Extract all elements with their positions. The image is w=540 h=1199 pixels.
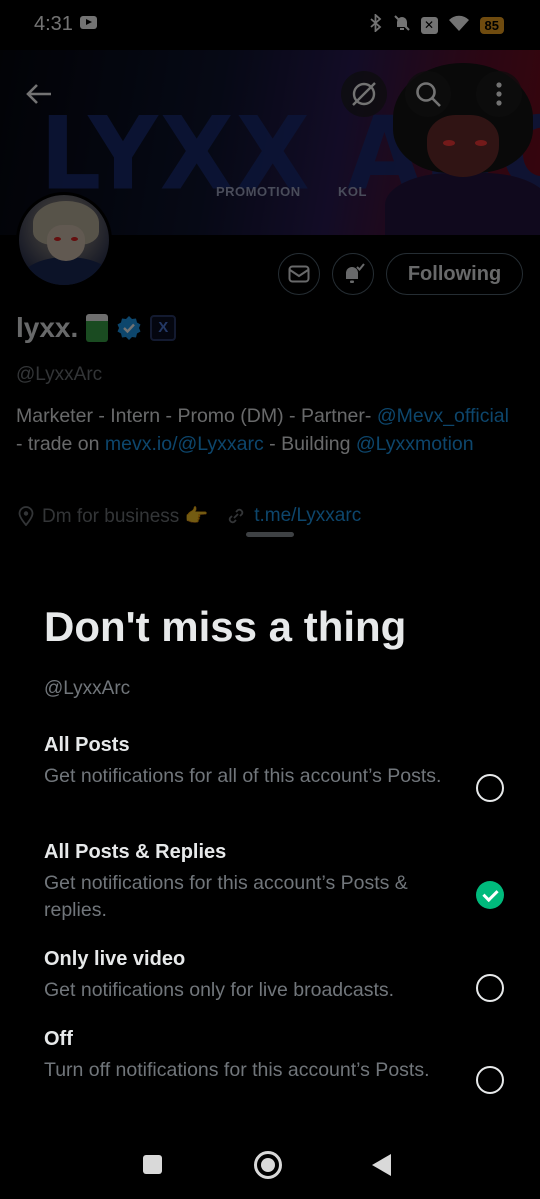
option-off[interactable]: Off Turn off notifications for this acco… bbox=[44, 1028, 504, 1094]
more-vertical-icon bbox=[496, 82, 502, 106]
display-name: lyxx. bbox=[16, 312, 79, 343]
banner-tag-promotion: PROMOTION bbox=[216, 184, 301, 199]
profile-bio: Marketer - Intern - Promo (DM) - Partner… bbox=[16, 402, 516, 458]
radio-button-checked[interactable] bbox=[476, 881, 504, 909]
location-pin-icon bbox=[18, 506, 34, 526]
grok-button[interactable] bbox=[341, 71, 387, 117]
option-title: Only live video bbox=[44, 948, 186, 970]
bio-text: - trade on bbox=[16, 433, 105, 455]
notification-settings-sheet: Don't miss a thing @LyxxArc All Posts Ge… bbox=[0, 532, 540, 1199]
x-app-icon: ✕ bbox=[420, 17, 438, 34]
youtube-icon bbox=[80, 16, 97, 29]
bio-link-mevx-official[interactable]: @Mevx_official bbox=[377, 405, 509, 427]
bio-link-mevx-io[interactable]: mevx.io/@Lyxxarc bbox=[105, 433, 264, 455]
link-icon bbox=[229, 508, 244, 524]
bio-link-lyxxmotion[interactable]: @Lyxxmotion bbox=[356, 433, 474, 455]
option-description: Get notifications only for live broadcas… bbox=[44, 979, 395, 1001]
sheet-title: Don't miss a thing bbox=[44, 603, 407, 650]
radio-button[interactable] bbox=[476, 774, 504, 802]
option-description: Get notifications for all of this accoun… bbox=[44, 765, 442, 787]
banner-tag-kol: KOL bbox=[338, 184, 367, 199]
search-icon bbox=[416, 82, 441, 107]
verified-badge-icon bbox=[117, 316, 141, 340]
bell-off-icon bbox=[393, 14, 411, 37]
more-button[interactable] bbox=[476, 71, 522, 117]
notifications-button[interactable] bbox=[332, 253, 374, 295]
avatar[interactable] bbox=[16, 192, 112, 288]
radio-button[interactable] bbox=[476, 1066, 504, 1094]
juice-box-emoji-icon bbox=[86, 314, 109, 342]
sheet-drag-handle[interactable] bbox=[246, 532, 294, 537]
back-button[interactable] bbox=[16, 71, 62, 117]
option-title: Off bbox=[44, 1028, 73, 1050]
option-title: All Posts bbox=[44, 734, 130, 756]
affiliate-x-badge[interactable]: X bbox=[150, 315, 177, 341]
grok-icon bbox=[352, 82, 376, 106]
option-all-posts-replies[interactable]: All Posts & Replies Get notifications fo… bbox=[44, 841, 504, 924]
bio-text: Marketer - Intern - Promo (DM) - Partner… bbox=[16, 405, 377, 427]
profile-page: LYXX ARC PROMOTION KOL Following lyxx. X… bbox=[0, 0, 540, 560]
sheet-handle: @LyxxArc bbox=[44, 678, 131, 699]
radio-button[interactable] bbox=[476, 974, 504, 1002]
status-icons: ✕ 85 bbox=[369, 12, 504, 37]
profile-handle: @LyxxArc bbox=[16, 364, 103, 385]
message-button[interactable] bbox=[278, 253, 320, 295]
status-bar: 4:31 ✕ 85 bbox=[0, 0, 540, 50]
arrow-left-icon bbox=[26, 84, 51, 104]
option-title: All Posts & Replies bbox=[44, 841, 227, 863]
option-all-posts[interactable]: All Posts Get notifications for all of t… bbox=[44, 734, 504, 802]
bio-text: - Building bbox=[263, 433, 356, 455]
profile-meta: Dm for business 👉 t.me/Lyxxarc bbox=[18, 504, 361, 528]
name-row: lyxx. X bbox=[16, 312, 177, 344]
bluetooth-icon bbox=[369, 12, 383, 37]
option-description: Get notifications for this account’s Pos… bbox=[44, 872, 408, 921]
recents-button[interactable] bbox=[143, 1155, 162, 1174]
mail-icon bbox=[288, 265, 310, 283]
profile-url-link[interactable]: t.me/Lyxxarc bbox=[254, 505, 361, 527]
back-nav-button[interactable] bbox=[372, 1154, 391, 1176]
battery-icon: 85 bbox=[479, 17, 504, 34]
following-button[interactable]: Following bbox=[386, 253, 523, 295]
option-only-live-video[interactable]: Only live video Get notifications only f… bbox=[44, 948, 504, 1004]
option-description: Turn off notifications for this account’… bbox=[44, 1059, 430, 1081]
bell-check-icon bbox=[346, 263, 365, 283]
search-button[interactable] bbox=[405, 71, 451, 117]
home-button[interactable] bbox=[254, 1151, 282, 1179]
system-nav-bar bbox=[0, 1130, 540, 1199]
status-time: 4:31 bbox=[34, 13, 73, 35]
profile-location: Dm for business 👉 bbox=[42, 506, 209, 527]
wifi-icon bbox=[448, 15, 470, 37]
